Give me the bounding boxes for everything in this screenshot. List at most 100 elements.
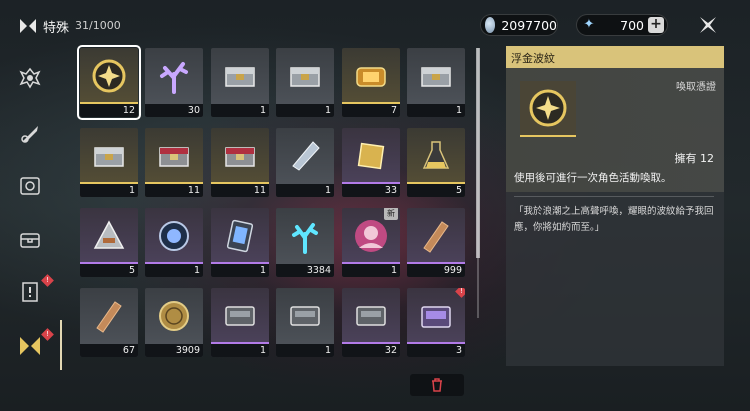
- golden-flask-icon: [407, 128, 465, 184]
- nav-resource-tab[interactable]: [12, 222, 48, 258]
- item-quantity: 12: [80, 104, 138, 117]
- crystal-coral-icon: [145, 48, 203, 104]
- inventory-item[interactable]: 12: [77, 45, 141, 120]
- grid-scroll-thumb[interactable]: [476, 48, 480, 258]
- nav-weapon-tab[interactable]: [12, 116, 48, 152]
- special-category-icon: [20, 19, 36, 33]
- inventory-item[interactable]: 33: [342, 128, 400, 197]
- metal-case-icon: [342, 288, 400, 344]
- delete-button[interactable]: [410, 374, 464, 396]
- red-chest-icon: [145, 128, 203, 184]
- inventory-item[interactable]: 67: [80, 288, 138, 357]
- inventory-item[interactable]: 1: [211, 208, 269, 277]
- add-astrite-button[interactable]: +: [648, 17, 664, 33]
- inventory-item[interactable]: 30: [145, 48, 203, 117]
- category-title: 特殊: [43, 21, 70, 36]
- cyan-coral-icon: [276, 208, 334, 264]
- category-sidebar: ! !: [0, 48, 62, 411]
- red-chest-icon: [211, 128, 269, 184]
- inventory-item[interactable]: 5: [407, 128, 465, 197]
- inventory-item[interactable]: 1: [211, 288, 269, 357]
- special-alert-badge: !: [41, 328, 54, 341]
- nav-special-tab[interactable]: !: [12, 328, 54, 364]
- card-device-icon: [211, 208, 269, 264]
- wood-plank-icon: [407, 208, 465, 264]
- item-quantity: 3909: [145, 344, 203, 357]
- item-quantity: 999: [407, 264, 465, 277]
- inventory-item[interactable]: 1: [276, 48, 334, 117]
- detail-item-category: 喚取憑證: [676, 82, 716, 93]
- golden-coin-emblem-icon: [80, 48, 138, 104]
- inventory-item[interactable]: 32: [342, 288, 400, 357]
- trash-icon: [432, 378, 442, 392]
- nav-quest-item-tab[interactable]: !: [12, 274, 54, 310]
- detail-description: 使用後可進行一次角色活動喚取。: [514, 172, 672, 184]
- inventory-item[interactable]: 1: [276, 288, 334, 357]
- inventory-item[interactable]: 5: [80, 208, 138, 277]
- top-bar: 特殊 31/1000 2097700 ✦ 700 +: [0, 0, 750, 48]
- bronze-coin-icon: [145, 288, 203, 344]
- nav-echo-tab[interactable]: [12, 60, 48, 96]
- detail-item-name: 浮金波紋: [511, 52, 555, 65]
- item-quantity: 1: [407, 104, 465, 117]
- item-quantity: 1: [211, 104, 269, 117]
- item-quantity: 32: [342, 344, 400, 357]
- shell-credit-icon: [485, 17, 496, 33]
- close-icon[interactable]: [697, 14, 719, 36]
- astrite-display: ✦ 700 +: [576, 14, 668, 36]
- inventory-item[interactable]: 11: [211, 128, 269, 197]
- golden-capsule-icon: [342, 48, 400, 104]
- shell-credit-value: 2097700: [501, 17, 557, 33]
- weapon-tab-icon: [21, 126, 38, 143]
- inventory-item[interactable]: 3909: [145, 288, 203, 357]
- inventory-item[interactable]: 3384: [276, 208, 334, 277]
- inventory-item[interactable]: 3!: [407, 288, 465, 357]
- item-quantity: 1: [342, 264, 400, 277]
- metal-case-icon: [276, 288, 334, 344]
- item-quantity: 3: [407, 344, 465, 357]
- item-quantity: 5: [80, 264, 138, 277]
- silver-chest-icon: [407, 48, 465, 104]
- item-quantity: 1: [80, 184, 138, 197]
- special-tab-icon: [20, 337, 40, 355]
- item-quantity: 11: [145, 184, 203, 197]
- blue-orb-icon: [145, 208, 203, 264]
- inventory-item[interactable]: 1: [145, 208, 203, 277]
- item-quantity: 5: [407, 184, 465, 197]
- inventory-item[interactable]: 999: [407, 208, 465, 277]
- item-quantity: 1: [276, 344, 334, 357]
- detail-item-thumbnail: [520, 81, 576, 137]
- inventory-item[interactable]: 1: [211, 48, 269, 117]
- astrite-icon: ✦: [583, 17, 595, 32]
- quest-item-tab-icon: [22, 282, 38, 302]
- inventory-item[interactable]: 1: [407, 48, 465, 117]
- metal-case-icon: [211, 288, 269, 344]
- inventory-item[interactable]: 7: [342, 48, 400, 117]
- active-tab-indicator: [60, 320, 62, 370]
- crystal-shard-icon: [276, 128, 334, 184]
- purple-case-icon: [407, 288, 465, 344]
- item-quantity: 1: [211, 264, 269, 277]
- item-quantity: 1: [276, 184, 334, 197]
- detail-owned-count: 擁有 12: [674, 152, 715, 165]
- supply-tab-icon: [20, 177, 40, 195]
- inventory-item[interactable]: 1: [80, 128, 138, 197]
- golden-coin-emblem-icon: [529, 89, 567, 127]
- item-quantity: 7: [342, 104, 400, 117]
- triangle-device-icon: [80, 208, 138, 264]
- item-quantity: 11: [211, 184, 269, 197]
- inventory-count: 31/1000: [75, 19, 121, 32]
- item-detail-panel: 浮金波紋 喚取憑證 擁有 12 使用後可進行一次角色活動喚取。 「我於浪潮之上高…: [506, 46, 724, 366]
- astrite-value: 700: [620, 17, 644, 33]
- item-quantity: 33: [342, 184, 400, 197]
- detail-lore-text: 「我於浪潮之上高聲呼喚，耀眼的波紋給予我回應，你將如約而至。」: [514, 206, 714, 233]
- silver-chest-icon: [276, 48, 334, 104]
- resource-tab-icon: [20, 233, 40, 248]
- inventory-item[interactable]: 1: [276, 128, 334, 197]
- item-quantity: 1: [145, 264, 203, 277]
- inventory-item[interactable]: 11: [145, 128, 203, 197]
- inventory-item[interactable]: 1新: [342, 208, 400, 277]
- detail-divider: [514, 196, 714, 197]
- nav-supply-tab[interactable]: [12, 168, 48, 204]
- silver-chest-icon: [80, 128, 138, 184]
